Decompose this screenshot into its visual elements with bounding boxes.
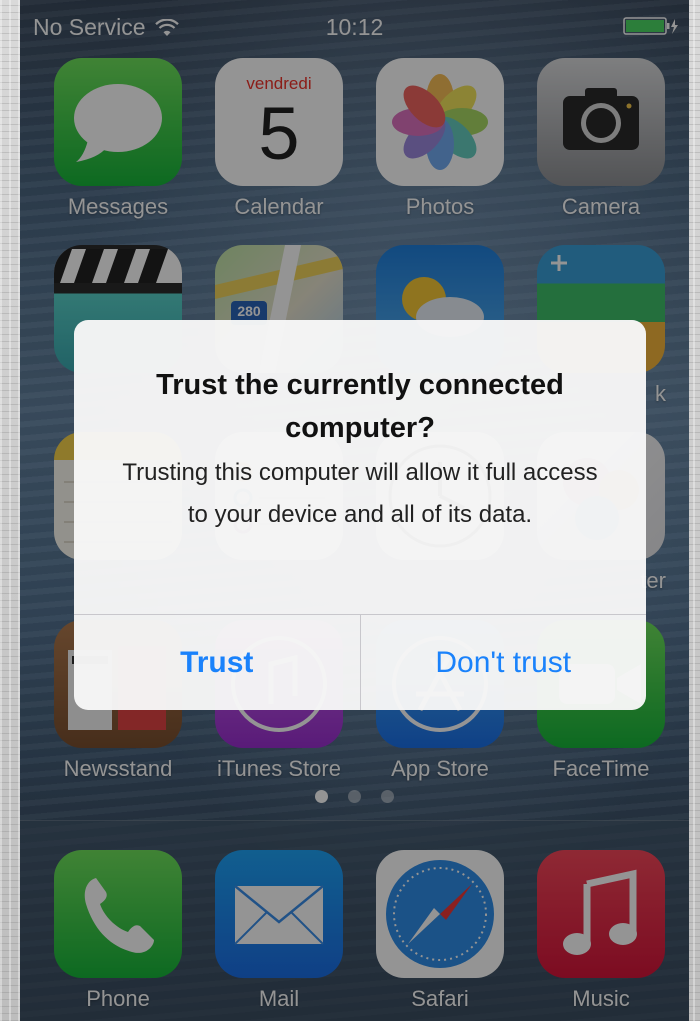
phone-screen: No Service 10:12 Messages vendredi 5 Cal…	[20, 0, 689, 1021]
trust-alert-dialog: Trust the currently connected computer? …	[74, 320, 646, 710]
alert-button-row: Trust Don't trust	[74, 614, 646, 710]
alert-title: Trust the currently connected computer?	[156, 369, 564, 444]
dont-trust-button[interactable]: Don't trust	[359, 615, 647, 710]
trust-button[interactable]: Trust	[74, 615, 360, 710]
alert-message: Trusting this computer will allow it ful…	[122, 459, 598, 528]
